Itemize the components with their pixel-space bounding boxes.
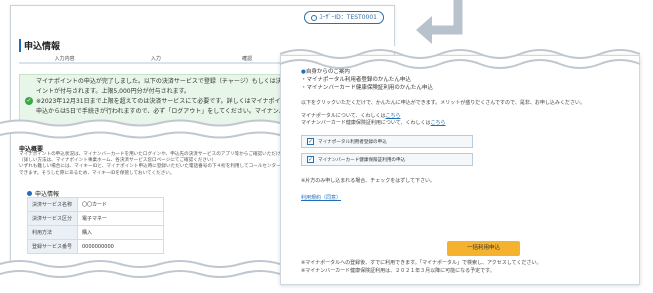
guidance-item: ・マイナポータル利用者登録のかんたん申込 [301, 77, 411, 83]
insurance-info-text: マイナンバーカード健康保険証利用について、くわしくは [301, 120, 431, 126]
detail-links: マイナポータルについて、くわしくはこちら マイナンバーカード健康保険証利用につい… [301, 113, 631, 127]
bullet-icon [27, 191, 32, 196]
row-key: 利用方法 [27, 225, 78, 240]
row-key: 登録サービス番号 [27, 239, 78, 254]
bulk-apply-button[interactable]: 一括利用申込 [447, 241, 520, 256]
insurance-card-checkbox[interactable]: ✓ マイナンバーカード健康保険証利用の申込 [301, 153, 473, 166]
bulk-application-panel: ●自身からのご案内 ・マイナポータル利用者登録のかんたん申込 ・マイナンバーカー… [280, 55, 640, 285]
portal-info-link[interactable]: こちら [386, 113, 401, 119]
row-key: 決済サービス名称 [27, 197, 78, 212]
torn-edge-decoration [279, 46, 641, 69]
checkbox-checked-icon: ✓ [307, 138, 314, 145]
portal-registration-checkbox[interactable]: ✓ マイナポータル利用者登録の申込 [301, 135, 473, 148]
table-row: 決済サービス区分 電子マネー [27, 211, 164, 226]
checkbox-label: マイナンバーカード健康保険証利用の申込 [318, 157, 406, 163]
row-value: 0000000000 [77, 239, 164, 254]
row-value: 購入 [77, 225, 164, 240]
guidance-item: ・マイナンバーカード健康保険証利用のかんたん申込 [301, 85, 433, 91]
user-id-badge: ﾕｰｻﾞｰID：TEST0001 [304, 11, 384, 24]
check-circle-icon: ✓ [25, 97, 33, 105]
footer-note-1: ※マイナポータルへの登録後、すでに利用できます。「マイナポータル」で検索し、アク… [301, 260, 542, 266]
note-text: ※片方のみ申し込まれる場合、チェックをはずして下さい。 [301, 178, 436, 184]
checkbox-label: マイナポータル利用者登録の申込 [318, 139, 387, 145]
row-value: 電子マネー [77, 211, 164, 226]
footer-note-2: ※マイナンバーカード健康保険証利用は、２０２１年３月以降に可能になる予定です。 [301, 268, 495, 274]
terms-link[interactable]: 利用規約（同意） [301, 195, 341, 201]
user-icon [311, 14, 318, 21]
table-row: 登録サービス番号 0000000000 [27, 239, 164, 254]
portal-info-text: マイナポータルについて、くわしくは [301, 113, 386, 119]
table-row: 決済サービス名称 〇〇カード [27, 197, 164, 212]
intro-text: 以下をクリックいただくだけで、かんたんに申込ができます。メリットが盛りだくさんで… [301, 100, 585, 106]
insurance-info-link[interactable]: こちら [431, 120, 446, 126]
table-row: 利用方法 購入 [27, 225, 164, 240]
row-key: 決済サービス区分 [27, 211, 78, 226]
info-table: 決済サービス名称 〇〇カード 決済サービス区分 電子マネー 利用方法 購入 登録サービ… [27, 197, 164, 254]
row-value: 〇〇カード [77, 197, 164, 212]
checkbox-checked-icon: ✓ [307, 156, 314, 163]
user-id-text: ﾕｰｻﾞｰID：TEST0001 [319, 14, 377, 21]
